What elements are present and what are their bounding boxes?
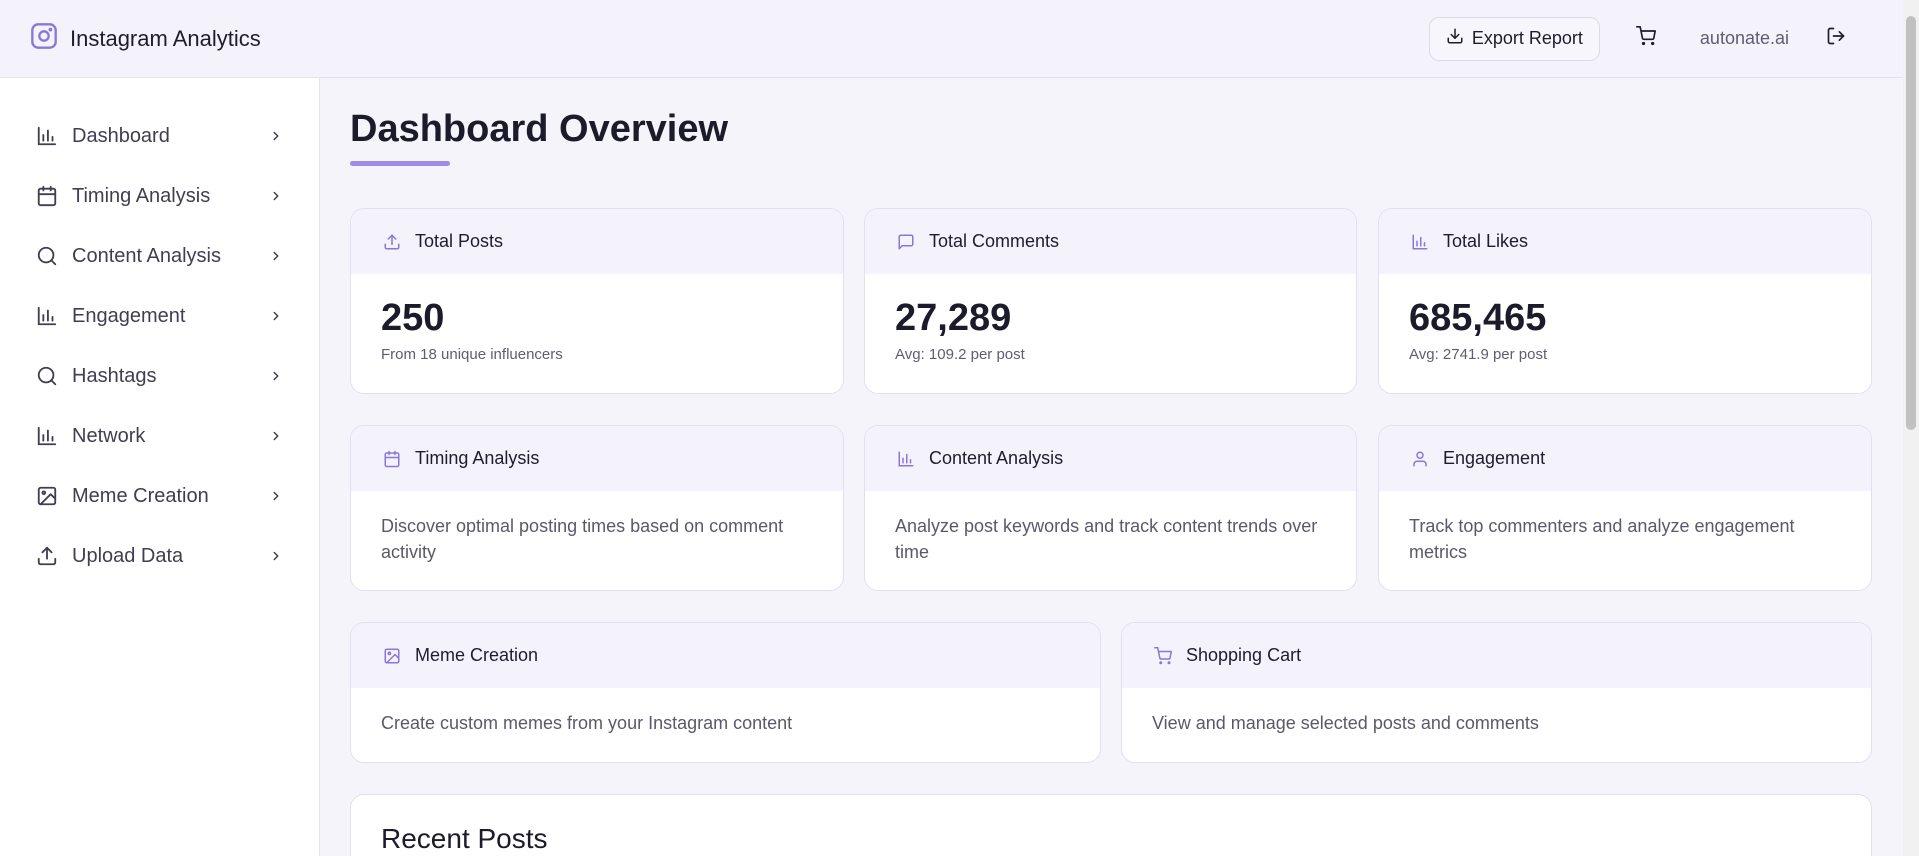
feature-description: Discover optimal posting times based on … [381, 516, 784, 562]
image-icon [381, 645, 403, 667]
sidebar-item-hashtags[interactable]: Hashtags [0, 346, 319, 406]
sidebar-item-label: Network [72, 424, 146, 447]
calendar-icon [34, 183, 60, 209]
message-icon [895, 231, 917, 253]
sidebar-item-engagement[interactable]: Engagement [0, 286, 319, 346]
chevron-right-icon [267, 547, 285, 565]
app-title: Instagram Analytics [70, 25, 261, 51]
search-icon [34, 243, 60, 269]
feature-title: Timing Analysis [415, 448, 540, 468]
stat-card-total-likes: Total Likes 685,465 Avg: 2741.9 per post [1378, 208, 1872, 394]
export-report-button[interactable]: Export Report [1428, 16, 1600, 61]
sidebar-item-content-analysis[interactable]: Content Analysis [0, 226, 319, 286]
stat-subtext: From 18 unique influencers [381, 346, 563, 363]
stat-subtext: Avg: 109.2 per post [895, 346, 1025, 363]
chevron-right-icon [267, 187, 285, 205]
sidebar-item-label: Content Analysis [72, 244, 221, 267]
chevron-right-icon [267, 427, 285, 445]
feature-card-timing-analysis[interactable]: Timing Analysis Discover optimal posting… [350, 425, 844, 591]
image-icon [34, 483, 60, 509]
feature-title: Engagement [1443, 448, 1546, 468]
bar-chart-icon [895, 448, 917, 470]
sidebar-item-label: Engagement [72, 304, 186, 327]
sidebar-item-network[interactable]: Network [0, 406, 319, 466]
tool-title: Shopping Cart [1186, 645, 1302, 665]
bar-chart-icon [34, 123, 60, 149]
cart-icon [1152, 645, 1174, 667]
cart-icon [1635, 26, 1656, 51]
bar-chart-icon [34, 303, 60, 329]
stat-label: Total Comments [929, 231, 1060, 251]
stat-card-total-comments: Total Comments 27,289 Avg: 109.2 per pos… [864, 208, 1357, 394]
chevron-right-icon [267, 307, 285, 325]
top-bar: Instagram Analytics Export Report autona… [0, 0, 1903, 78]
sidebar-item-timing-analysis[interactable]: Timing Analysis [0, 166, 319, 226]
scrollbar[interactable] [1903, 0, 1919, 856]
chevron-right-icon [267, 247, 285, 265]
tool-description: View and manage selected posts and comme… [1152, 713, 1539, 733]
logout-button[interactable] [1823, 26, 1849, 52]
main-content: Dashboard Overview Total Posts 250 From … [350, 78, 1872, 856]
download-icon [1446, 27, 1464, 50]
stat-subtext: Avg: 2741.9 per post [1409, 346, 1548, 363]
tool-description: Create custom memes from your Instagram … [381, 713, 793, 733]
user-icon [1409, 448, 1431, 470]
chevron-right-icon [267, 487, 285, 505]
stat-value: 250 [381, 297, 445, 339]
calendar-icon [381, 448, 403, 470]
upload-icon [34, 543, 60, 569]
sidebar-item-label: Timing Analysis [72, 184, 211, 207]
sidebar: Dashboard Timing Analysis Content Analys… [0, 78, 320, 856]
chevron-right-icon [267, 367, 285, 385]
sidebar-item-upload-data[interactable]: Upload Data [0, 526, 319, 586]
instagram-logo-icon [30, 22, 58, 55]
tool-card-shopping-cart[interactable]: Shopping Cart View and manage selected p… [1121, 622, 1872, 763]
feature-description: Analyze post keywords and track content … [895, 516, 1318, 562]
sidebar-item-label: Upload Data [72, 544, 184, 567]
upload-icon [381, 231, 403, 253]
feature-description: Track top commenters and analyze engagem… [1409, 516, 1795, 562]
stat-value: 685,465 [1409, 297, 1547, 339]
stat-label: Total Likes [1443, 231, 1529, 251]
sidebar-item-dashboard[interactable]: Dashboard [0, 106, 319, 166]
feature-title: Content Analysis [929, 448, 1064, 468]
bar-chart-icon [34, 423, 60, 449]
sidebar-item-label: Dashboard [72, 124, 170, 147]
cart-button[interactable] [1632, 25, 1660, 53]
tool-title: Meme Creation [415, 645, 539, 665]
stat-label: Total Posts [415, 231, 504, 251]
title-underline [350, 161, 450, 166]
stat-card-total-posts: Total Posts 250 From 18 unique influence… [350, 208, 844, 394]
search-icon [34, 363, 60, 389]
user-name[interactable]: autonate.ai [1700, 28, 1789, 49]
sidebar-item-label: Meme Creation [72, 484, 209, 507]
stat-value: 27,289 [895, 297, 1012, 339]
tool-card-meme-creation[interactable]: Meme Creation Create custom memes from y… [350, 622, 1101, 763]
sidebar-item-label: Hashtags [72, 364, 157, 387]
export-report-label: Export Report [1471, 28, 1583, 48]
recent-posts-section: Recent Posts [350, 794, 1872, 856]
page-title: Dashboard Overview [350, 108, 729, 150]
logout-icon [1826, 26, 1846, 51]
scrollbar-thumb[interactable] [1906, 16, 1916, 430]
bar-chart-icon [1409, 231, 1431, 253]
feature-card-engagement[interactable]: Engagement Track top commenters and anal… [1378, 425, 1872, 591]
recent-posts-title: Recent Posts [381, 823, 548, 854]
sidebar-item-meme-creation[interactable]: Meme Creation [0, 466, 319, 526]
chevron-right-icon [267, 127, 285, 145]
feature-card-content-analysis[interactable]: Content Analysis Analyze post keywords a… [864, 425, 1357, 591]
brand[interactable]: Instagram Analytics [30, 22, 261, 55]
